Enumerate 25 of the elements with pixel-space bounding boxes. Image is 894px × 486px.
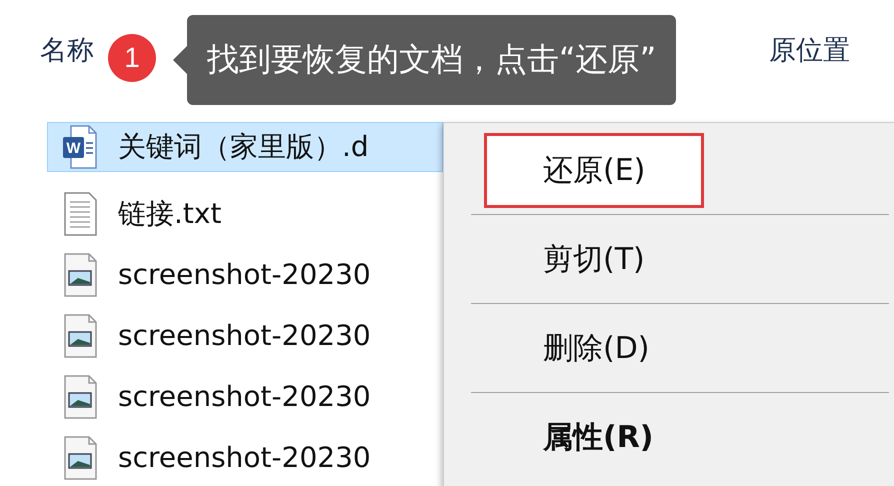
menu-item[interactable]: 剪切(T)	[484, 222, 704, 296]
file-row[interactable]: screenshot-20230	[47, 427, 443, 486]
image-file-icon	[62, 374, 98, 418]
callout-tooltip: 找到要恢复的文档，点击“还原”	[187, 15, 676, 105]
file-row[interactable]: screenshot-20230	[47, 366, 443, 427]
column-header[interactable]: 原位置	[769, 32, 850, 68]
file-name: screenshot-20230	[118, 441, 371, 474]
image-file-icon	[62, 314, 98, 358]
menu-item[interactable]: 属性(R)	[484, 400, 713, 474]
file-row[interactable]: screenshot-20230	[47, 305, 443, 366]
image-file-icon	[62, 252, 98, 296]
file-row[interactable]: screenshot-20230	[47, 244, 443, 305]
menu-item[interactable]: 删除(D)	[484, 310, 709, 386]
file-row[interactable]: W 关键词（家里版）.d	[47, 122, 443, 172]
file-row[interactable]: 链接.txt	[47, 183, 443, 244]
text-file-icon	[62, 192, 98, 236]
column-header[interactable]: 名称	[40, 32, 94, 68]
file-name: 关键词（家里版）.d	[118, 129, 369, 165]
file-name: screenshot-20230	[118, 258, 371, 291]
step-badge: 1	[108, 34, 156, 82]
file-name: screenshot-20230	[118, 380, 371, 413]
file-name: screenshot-20230	[118, 319, 371, 352]
image-file-icon	[62, 436, 98, 480]
file-name: 链接.txt	[118, 196, 222, 232]
menu-item[interactable]: 还原(E)	[484, 132, 704, 208]
